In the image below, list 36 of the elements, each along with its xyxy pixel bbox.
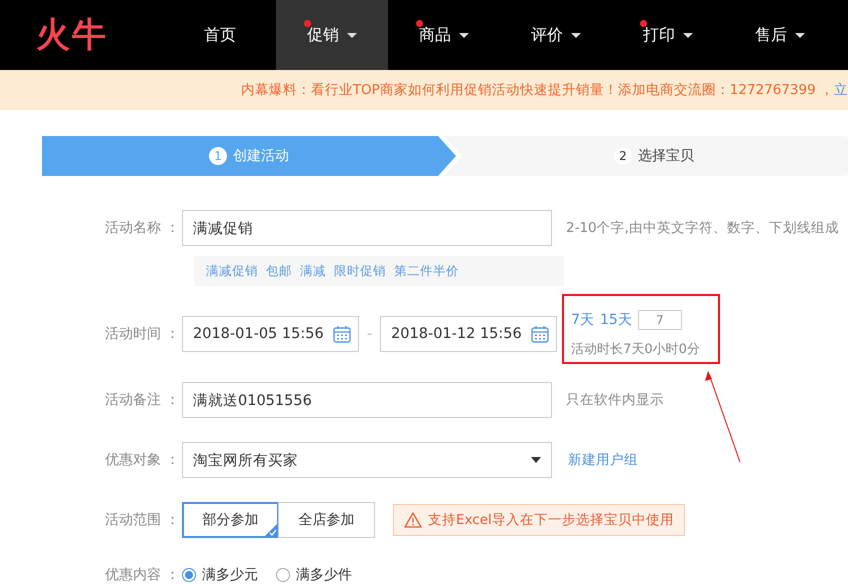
step-tab[interactable]: 2 选择宝贝 (444, 136, 848, 176)
promo-banner-text: 内幕爆料：看行业TOP商家如何利用促销活动快速提升销量！添加电商交流圈：1272767399 ，立 (240, 81, 848, 99)
logo[interactable]: 火牛 (0, 0, 164, 70)
hint-text: 只在软件内显示 (566, 391, 664, 409)
calendar-icon[interactable] (530, 324, 550, 344)
end-date-input[interactable]: 2018-01-12 15:56 (380, 316, 558, 352)
field-label: 活动名称 ： (104, 219, 180, 237)
scope-option[interactable]: 全店参加 (278, 502, 375, 538)
field-label: 优惠对象 ： (104, 451, 180, 469)
days-input[interactable]: 7 (638, 310, 682, 330)
notice-text: 支持Excel导入在下一步选择宝贝中使用 (428, 511, 674, 529)
date-separator: - (367, 326, 372, 342)
hint-text: 2-10个字,由中英文字符、数字、下划线组成 (566, 219, 839, 237)
field-label: 优惠内容 ： (104, 566, 180, 584)
check-corner-icon (264, 523, 278, 537)
scope-option[interactable]: 部分参加 (182, 502, 279, 538)
calendar-icon[interactable] (332, 324, 352, 344)
nav-tab[interactable]: 商品 (388, 0, 500, 70)
field-label: 活动备注 ： (104, 391, 180, 409)
radio-option[interactable]: 满多少元 (182, 566, 258, 584)
field-label: 活动时间 ： (104, 325, 180, 343)
radio-option[interactable]: 满多少件 (276, 566, 352, 584)
radio-button[interactable] (182, 568, 196, 582)
nav-tab[interactable]: 售后 (724, 0, 836, 70)
warning-icon (404, 512, 422, 528)
target-dropdown[interactable]: 淘宝网所有买家 (182, 442, 552, 478)
nav-tab[interactable]: 促销 (276, 0, 388, 70)
start-date-input[interactable]: 2018-01-05 15:56 (182, 316, 359, 352)
nav-tab[interactable]: 打印 (612, 0, 724, 70)
nav-tab[interactable]: 首页 (164, 0, 276, 70)
field-label: 活动范围 ： (104, 511, 180, 529)
radio-button[interactable] (276, 568, 290, 582)
nav-tab[interactable]: 评价 (500, 0, 612, 70)
note-input[interactable]: 满就送01051556 (182, 382, 552, 418)
name-input[interactable]: 满减促销 (182, 210, 552, 246)
duration-text: 活动时长7天0小时0分 (571, 341, 700, 358)
